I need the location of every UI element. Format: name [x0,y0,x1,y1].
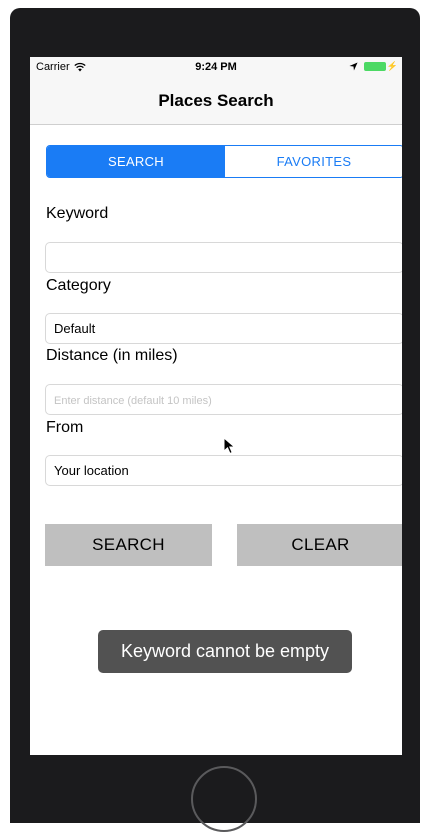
charging-bolt-icon: ⚡ [386,61,398,71]
keyword-label: Keyword [46,205,109,222]
toast-message: Keyword cannot be empty [98,630,352,673]
app-screen: Carrier 9:24 PM ⚡ Places Search SEARCH F… [30,57,402,755]
status-time: 9:24 PM [195,61,237,73]
distance-label: Distance (in miles) [46,347,178,364]
tab-search[interactable]: SEARCH [47,146,225,177]
mouse-cursor-icon [223,437,236,455]
from-input[interactable] [45,455,402,486]
navigation-bar: Places Search [30,77,402,125]
from-label: From [46,419,84,436]
search-button[interactable]: SEARCH [45,524,212,566]
tab-favorites[interactable]: FAVORITES [225,146,402,177]
status-bar: Carrier 9:24 PM ⚡ [30,57,402,77]
battery-level [363,62,386,71]
battery-icon: ⚡ [363,61,398,72]
category-input[interactable] [45,313,402,344]
device-frame: Carrier 9:24 PM ⚡ Places Search SEARCH F… [10,8,420,832]
distance-input[interactable] [45,384,402,415]
page-title: Places Search [158,91,274,110]
home-button[interactable] [191,766,257,832]
status-right: ⚡ [349,61,398,72]
location-arrow-icon [349,62,358,71]
clear-button[interactable]: CLEAR [237,524,402,566]
keyword-input[interactable] [45,242,402,273]
category-label: Category [46,277,111,294]
segmented-control: SEARCH FAVORITES [46,145,402,178]
